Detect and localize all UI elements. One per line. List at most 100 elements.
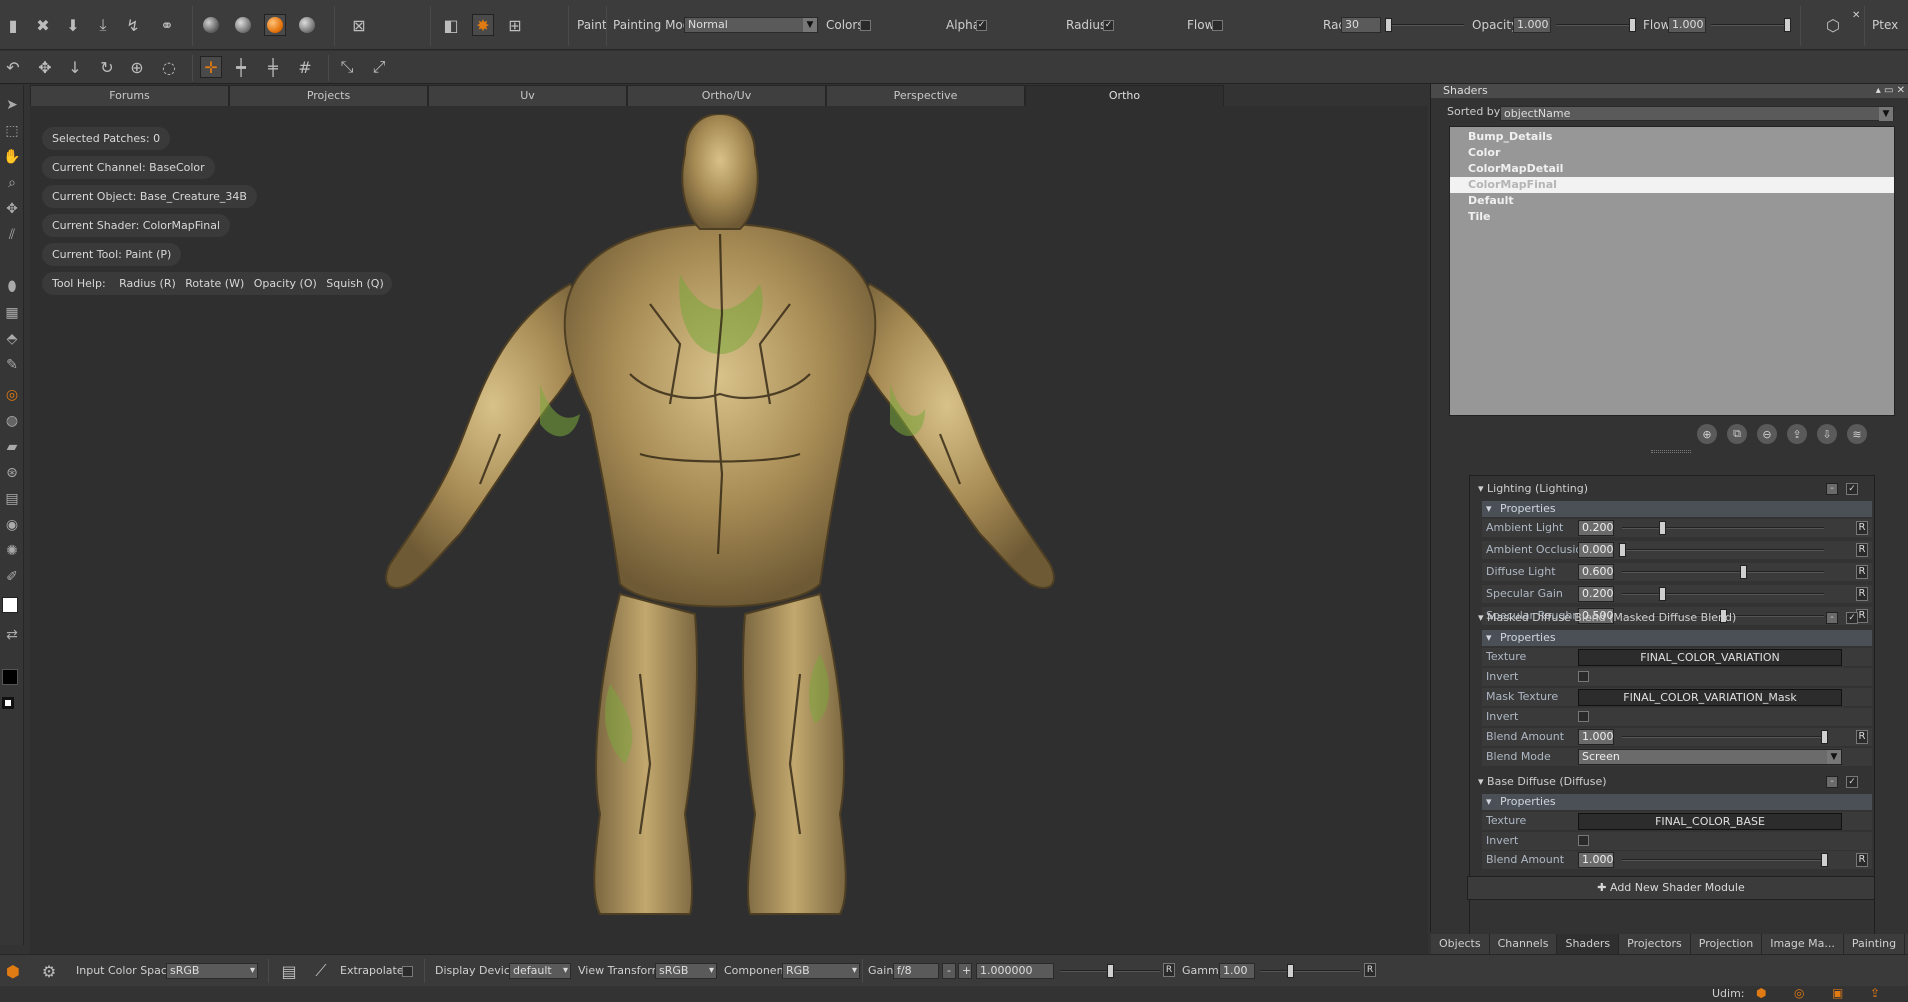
slider-thumb[interactable] xyxy=(1784,18,1791,32)
invert-checkbox[interactable] xyxy=(1578,711,1589,722)
invert-checkbox[interactable] xyxy=(1578,671,1589,682)
import-shader-icon[interactable]: ⇩ xyxy=(1817,424,1837,444)
palette-tab[interactable]: Channels xyxy=(1489,934,1558,954)
flow-checkbox[interactable] xyxy=(1212,20,1223,31)
add-shader-module-button[interactable]: ✚ Add New Shader Module xyxy=(1467,876,1875,900)
mirror-x-icon[interactable]: ┿ xyxy=(230,56,252,78)
masked-blend-section-header[interactable]: ▾ Masked Diffuse Blend (Masked Diffuse B… xyxy=(1472,608,1872,628)
flow-slider[interactable] xyxy=(1711,17,1791,33)
base-diffuse-properties-header[interactable]: ▾ Properties xyxy=(1482,794,1872,810)
paint-tool-icon[interactable]: ◎ xyxy=(2,385,22,405)
document-icon[interactable]: ▤ xyxy=(278,960,300,982)
close-project-icon[interactable]: ✖ xyxy=(32,14,54,36)
remove-shader-icon[interactable]: ⊖ xyxy=(1757,424,1777,444)
radius-slider[interactable] xyxy=(1385,17,1464,33)
udim-box-icon[interactable]: ▣ xyxy=(1832,986,1843,1000)
shader-list-item-selected[interactable]: ColorMapFinal xyxy=(1450,177,1894,193)
swap-colors-icon[interactable]: ⇄ xyxy=(2,625,22,645)
enable-checkbox[interactable]: ✓ xyxy=(1846,612,1858,624)
collapse-button[interactable]: - xyxy=(1826,776,1838,788)
property-value-input[interactable]: 0.600 xyxy=(1578,564,1614,580)
lasso-icon[interactable]: ◌ xyxy=(158,56,180,78)
component-select[interactable]: RGB xyxy=(782,963,860,979)
blur-icon[interactable]: ◍ xyxy=(2,411,22,431)
slider-thumb[interactable] xyxy=(1385,18,1392,32)
pan-icon[interactable]: ⊕ xyxy=(126,56,148,78)
opacity-slider[interactable] xyxy=(1556,17,1636,33)
enable-checkbox[interactable]: ✓ xyxy=(1846,776,1858,788)
move-icon[interactable]: ✥ xyxy=(34,56,56,78)
reset-button[interactable]: R xyxy=(1856,565,1868,579)
shader-list-item[interactable]: ColorMapDetail xyxy=(1450,161,1894,177)
gamma-reset-button[interactable]: R xyxy=(1364,963,1376,977)
clone-icon[interactable]: ⊛ xyxy=(2,463,22,483)
gamma-slider[interactable] xyxy=(1260,963,1360,979)
default-colors-icon[interactable] xyxy=(2,697,14,709)
gamma-input[interactable]: 1.00 xyxy=(1219,963,1255,979)
property-slider[interactable] xyxy=(1619,542,1824,558)
layers-icon[interactable]: ≋ xyxy=(1847,424,1867,444)
tab-ortho-uv[interactable]: Ortho/Uv xyxy=(627,85,826,106)
palette-tab[interactable]: Image Ma... xyxy=(1762,934,1844,954)
share-icon[interactable]: ⚭ xyxy=(156,14,178,36)
view-transform-select[interactable]: sRGB xyxy=(655,963,717,979)
frame-icon[interactable]: ⊠ xyxy=(348,14,370,36)
creature-model[interactable] xyxy=(350,114,1150,934)
slider-thumb[interactable] xyxy=(1659,587,1667,601)
select-patch-icon[interactable]: ⬚ xyxy=(2,121,22,141)
pin-icon[interactable]: ✎ xyxy=(2,355,22,375)
property-value-input[interactable]: 0.200 xyxy=(1578,520,1614,536)
color-settings-icon[interactable]: ⚙ xyxy=(38,960,60,982)
open-project-icon[interactable]: ⬇ xyxy=(62,14,84,36)
palette-tab[interactable]: Painting xyxy=(1843,934,1906,954)
grid-tool-icon[interactable]: ▦ xyxy=(2,303,22,323)
background-color-swatch[interactable] xyxy=(2,669,18,685)
3d-viewport[interactable]: Selected Patches: 0 Current Channel: Bas… xyxy=(30,106,1428,954)
reset-button[interactable]: R xyxy=(1856,587,1868,601)
splitter-handle[interactable] xyxy=(1651,450,1691,453)
tab-uv[interactable]: Uv xyxy=(428,85,627,106)
colors-checkbox[interactable] xyxy=(860,20,871,31)
zoom-icon[interactable]: ⌕ xyxy=(2,173,22,193)
property-slider[interactable] xyxy=(1622,564,1824,580)
texture-slot[interactable]: FINAL_COLOR_BASE xyxy=(1578,813,1842,830)
gain-minus-button[interactable]: - xyxy=(942,963,956,979)
display-device-select[interactable]: default xyxy=(509,963,571,979)
palette-tab[interactable]: Objects xyxy=(1431,934,1490,954)
export-icon[interactable]: ↯ xyxy=(122,14,144,36)
collapse-button[interactable]: - xyxy=(1826,612,1838,624)
basic-shading-icon[interactable] xyxy=(232,14,254,36)
shader-list-item[interactable]: Color xyxy=(1450,145,1894,161)
foreground-color-swatch[interactable] xyxy=(2,597,18,613)
flow-input[interactable]: 1.000 xyxy=(1668,17,1706,33)
opacity-input[interactable]: 1.000 xyxy=(1513,17,1551,33)
lit-shading-icon[interactable] xyxy=(296,14,318,36)
tab-ortho[interactable]: Ortho xyxy=(1025,85,1224,106)
color-manager-icon[interactable]: ⬢ xyxy=(2,960,24,982)
radius-checkbox[interactable]: ✓ xyxy=(1103,20,1114,31)
reset-button[interactable]: R xyxy=(1856,521,1868,535)
paint-through-icon[interactable]: ✸ xyxy=(472,14,494,36)
eraser-icon[interactable]: ▰ xyxy=(2,437,22,457)
slider-thumb[interactable] xyxy=(1619,543,1626,557)
extrapolate-checkbox[interactable] xyxy=(402,966,413,977)
stamp-icon[interactable]: ⬘ xyxy=(2,329,22,349)
udim-target-icon[interactable]: ◎ xyxy=(1794,986,1804,1000)
gain-value-input[interactable]: 1.000000 xyxy=(976,963,1054,979)
reset-button[interactable]: R xyxy=(1856,730,1868,744)
export-shader-icon[interactable]: ⇪ xyxy=(1787,424,1807,444)
center-icon[interactable]: ✛ xyxy=(200,56,222,78)
mask-texture-slot[interactable]: FINAL_COLOR_VARIATION_Mask xyxy=(1578,689,1842,706)
cube-icon[interactable]: ⬡ xyxy=(1822,14,1844,36)
blend-amount-slider[interactable] xyxy=(1622,729,1828,745)
smudge-icon[interactable]: ◉ xyxy=(2,515,22,535)
palette-tab[interactable]: Projection xyxy=(1690,934,1763,954)
shader-list-item[interactable]: Tile xyxy=(1450,209,1894,225)
move-tool-icon[interactable]: ✥ xyxy=(2,199,22,219)
drop-icon[interactable]: ⬮ xyxy=(2,277,22,297)
new-project-icon[interactable]: ▮ xyxy=(2,14,24,36)
brush-icon[interactable]: ⫽ xyxy=(2,225,22,245)
slider-thumb[interactable] xyxy=(1821,853,1828,867)
blend-amount-input[interactable]: 1.000 xyxy=(1578,852,1614,868)
tab-perspective[interactable]: Perspective xyxy=(826,85,1025,106)
